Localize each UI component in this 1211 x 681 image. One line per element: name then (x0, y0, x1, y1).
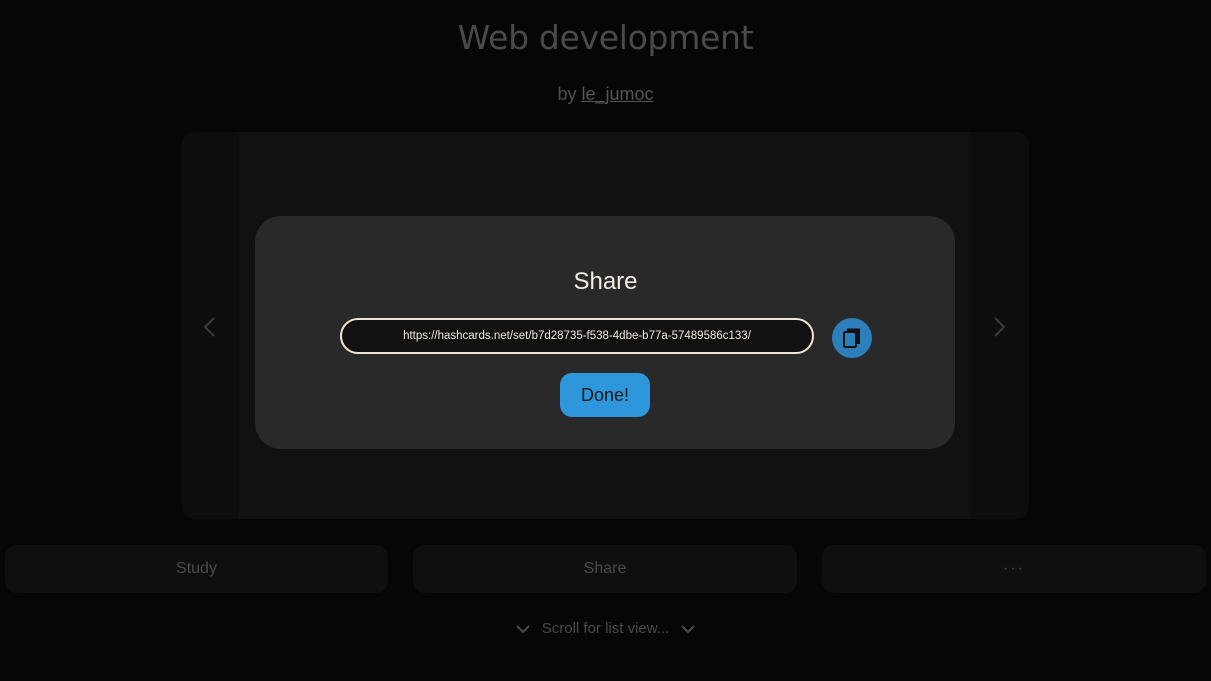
next-card-button[interactable] (979, 307, 1019, 347)
page: Web development by le_jumoc Study Share … (0, 0, 1211, 681)
byline: by le_jumoc (0, 84, 1211, 105)
copy-icon (843, 328, 860, 348)
page-title: Web development (457, 18, 754, 57)
byline-prefix: by (557, 84, 577, 104)
share-url-field[interactable]: https://hashcards.net/set/b7d28735-f538-… (340, 318, 814, 354)
share-modal-title: Share (573, 268, 638, 295)
done-button[interactable]: Done! (560, 373, 650, 417)
study-button[interactable]: Study (5, 545, 388, 593)
more-options-button[interactable]: ··· (822, 545, 1206, 593)
copy-link-button[interactable] (832, 318, 872, 358)
author-link[interactable]: le_jumoc (581, 84, 653, 104)
chevron-down-icon (681, 624, 695, 633)
scroll-hint-label: Scroll for list view... (541, 620, 670, 637)
previous-card-button[interactable] (190, 307, 230, 347)
share-button[interactable]: Share (413, 545, 797, 593)
chevron-left-icon (203, 317, 215, 337)
chevron-down-icon (516, 624, 530, 633)
scroll-hint[interactable]: Scroll for list view... (0, 620, 1211, 637)
chevron-right-icon (994, 317, 1006, 337)
